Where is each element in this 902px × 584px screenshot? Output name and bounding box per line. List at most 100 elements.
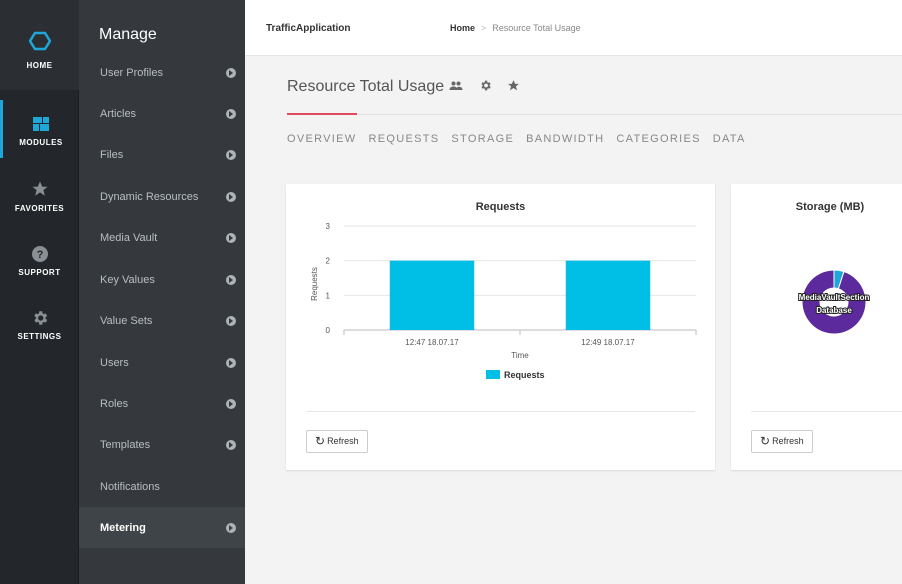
sidebar-title: Manage xyxy=(99,26,157,43)
breadcrumb-home[interactable]: Home xyxy=(450,23,475,33)
sidebar-item-templates[interactable]: Templates xyxy=(79,424,245,465)
tab-overview[interactable]: OVERVIEW xyxy=(287,133,357,145)
chevron-right-icon[interactable] xyxy=(226,67,236,78)
help-icon: ? xyxy=(31,246,48,262)
svg-text:?: ? xyxy=(36,249,43,261)
bar xyxy=(389,260,475,330)
x-tick-label: 12:47 18.07.17 xyxy=(405,338,459,347)
tab-data[interactable]: DATA xyxy=(713,133,746,145)
breadcrumb-current: Resource Total Usage xyxy=(492,23,581,33)
refresh-label: Refresh xyxy=(772,436,804,446)
tab-requests[interactable]: REQUESTS xyxy=(369,133,440,145)
sidebar-item-label: Dynamic Resources xyxy=(100,190,199,203)
title-actions xyxy=(449,79,520,95)
sidebar-item-users[interactable]: Users xyxy=(79,342,245,383)
sidebar-item-metering[interactable]: Metering xyxy=(79,507,245,548)
sidebar-item-label: Articles xyxy=(100,107,137,120)
title-accent-underline xyxy=(287,113,357,115)
sidebar-item-label: Roles xyxy=(100,397,129,410)
people-icon[interactable] xyxy=(449,80,463,92)
sidebar-item-dynamic-resources[interactable]: Dynamic Resources xyxy=(79,176,245,217)
sidebar-item-label: Notifications xyxy=(100,480,160,493)
requests-card: Requests 0 1 2 3 12:47 18.07.17 12:49 18.07.1… xyxy=(286,184,715,470)
chevron-right-icon[interactable] xyxy=(226,108,236,119)
star-icon xyxy=(32,181,47,196)
rail-settings[interactable]: SETTINGS xyxy=(0,309,79,341)
sidebar-item-label: Metering xyxy=(100,521,146,534)
sidebar-item-articles[interactable]: Articles xyxy=(79,93,245,134)
y-tick-label: 0 xyxy=(326,326,331,335)
chevron-right-icon[interactable] xyxy=(226,149,236,160)
sidebar-item-label: Templates xyxy=(100,438,151,451)
legend-swatch xyxy=(486,370,500,379)
x-axis-title: Time xyxy=(511,351,529,360)
sidebar-item-media-vault[interactable]: Media Vault xyxy=(79,217,245,258)
chevron-right-icon[interactable] xyxy=(226,439,236,450)
rail-support[interactable]: ? SUPPORT xyxy=(0,245,79,277)
slice-label: Database xyxy=(816,306,852,315)
sidebar-item-notifications[interactable]: Notifications xyxy=(79,466,245,507)
sidebar-item-label: Value Sets xyxy=(100,314,153,327)
gear-icon[interactable] xyxy=(479,79,492,92)
chevron-right-icon[interactable] xyxy=(226,398,236,409)
manage-sidebar: Manage User Profiles Articles Files Dyna… xyxy=(79,0,245,584)
hexagon-icon xyxy=(28,31,51,51)
sidebar-item-label: Media Vault xyxy=(100,231,158,244)
tab-storage[interactable]: STORAGE xyxy=(451,133,514,145)
tab-bandwidth[interactable]: BANDWIDTH xyxy=(526,133,604,145)
chevron-right-icon[interactable] xyxy=(226,357,236,368)
x-tick-label: 12:49 18.07.17 xyxy=(581,338,635,347)
star-icon[interactable] xyxy=(507,79,520,92)
modules-icon xyxy=(33,117,49,131)
storage-donut-chart: MediaVaultSection Database xyxy=(798,269,870,335)
gear-icon xyxy=(33,311,47,325)
rail-home-label: HOME xyxy=(26,61,53,70)
rail-favorites[interactable]: FAVORITES xyxy=(0,180,79,213)
card-divider xyxy=(306,411,695,412)
rail-support-label: SUPPORT xyxy=(18,268,61,277)
sidebar-item-user-profiles[interactable]: User Profiles xyxy=(79,52,245,93)
chevron-right-icon[interactable] xyxy=(226,522,236,533)
requests-bar-chart: 0 1 2 3 12:47 18.07.17 12:49 18.07.17 Time Requ… xyxy=(310,222,697,380)
rail-home[interactable]: HOME xyxy=(0,30,79,70)
refresh-button[interactable]: ↻ Refresh xyxy=(306,430,368,453)
chevron-right-icon[interactable] xyxy=(226,315,236,326)
rail-modules-label: MODULES xyxy=(19,138,63,147)
sidebar-item-files[interactable]: Files xyxy=(79,134,245,175)
card-divider xyxy=(751,411,902,412)
sidebar-item-value-sets[interactable]: Value Sets xyxy=(79,300,245,341)
title-divider xyxy=(357,114,902,115)
slice-label: MediaVaultSection xyxy=(799,293,870,302)
tab-categories[interactable]: CATEGORIES xyxy=(616,133,700,145)
refresh-icon: ↻ xyxy=(760,434,771,448)
sidebar-item-label: Key Values xyxy=(100,273,155,286)
tab-bar: OVERVIEW REQUESTS STORAGE BANDWIDTH CATEGORI… xyxy=(287,133,758,145)
top-bar: TrafficApplication Home > Resource Total U… xyxy=(245,0,902,56)
chevron-right-icon[interactable] xyxy=(226,191,236,202)
rail-modules[interactable]: MODULES xyxy=(0,100,79,158)
refresh-label: Refresh xyxy=(327,436,359,446)
sidebar-item-label: Users xyxy=(100,356,129,369)
rail-settings-label: SETTINGS xyxy=(17,332,62,341)
storage-card: Storage (MB) MediaVaultSection Database ↻… xyxy=(731,184,902,470)
app-name[interactable]: TrafficApplication xyxy=(266,23,350,34)
y-tick-label: 1 xyxy=(326,291,331,300)
icon-rail: HOME MODULES FAVORITES ? SUPPORT SETTING… xyxy=(0,0,79,584)
sidebar-item-label: Files xyxy=(100,148,124,161)
y-tick-label: 2 xyxy=(326,257,331,266)
legend-label: Requests xyxy=(504,370,545,380)
y-axis-title: Requests xyxy=(310,267,319,301)
refresh-icon: ↻ xyxy=(315,434,326,448)
sidebar-item-label: User Profiles xyxy=(100,66,163,79)
breadcrumb: Home > Resource Total Usage xyxy=(450,23,581,33)
bar xyxy=(565,260,651,330)
breadcrumb-separator: > xyxy=(481,23,487,33)
sidebar-item-key-values[interactable]: Key Values xyxy=(79,259,245,300)
y-tick-label: 3 xyxy=(326,222,331,231)
page-title: Resource Total Usage xyxy=(287,78,445,95)
chevron-right-icon[interactable] xyxy=(226,232,236,243)
chevron-right-icon[interactable] xyxy=(226,274,236,285)
sidebar-item-roles[interactable]: Roles xyxy=(79,383,245,424)
refresh-button[interactable]: ↻ Refresh xyxy=(751,430,813,453)
rail-favorites-label: FAVORITES xyxy=(14,204,65,213)
